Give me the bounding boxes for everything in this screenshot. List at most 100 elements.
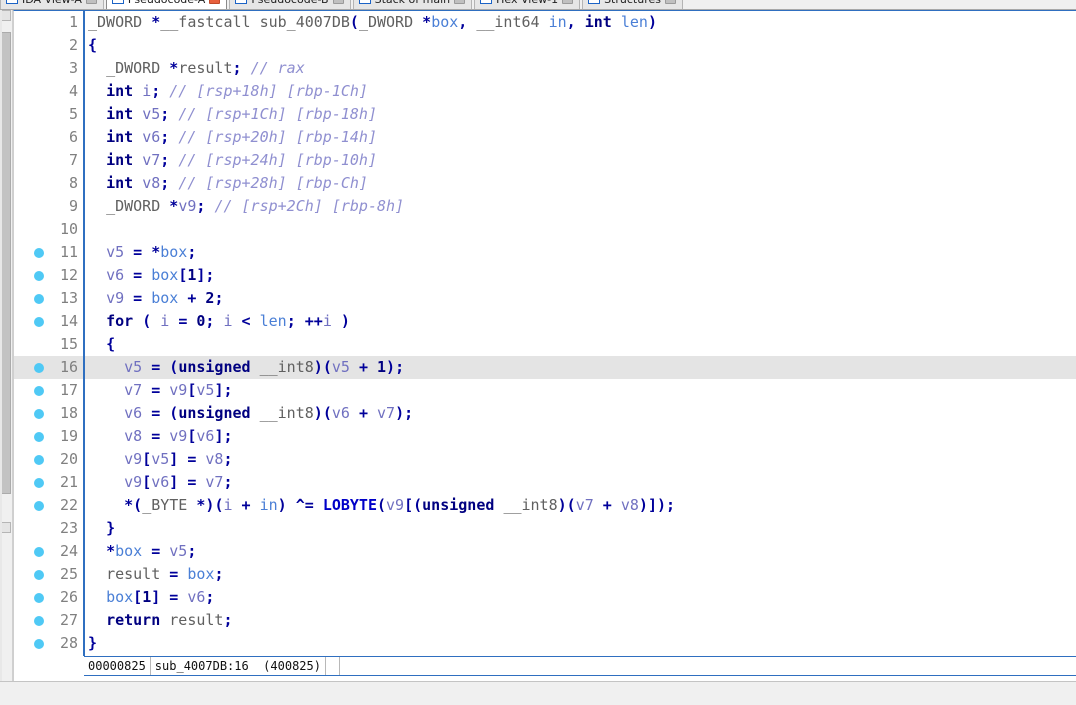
code-line[interactable]: 14 for ( i = 0; i < len; ++i ) — [14, 310, 1076, 333]
scrollbar-thumb[interactable] — [1, 32, 11, 494]
status-spacer-1 — [326, 657, 340, 675]
tab-label: Structures — [604, 0, 661, 6]
scroll-up-button[interactable] — [1, 10, 11, 21]
line-text[interactable]: v6 = (unsigned __int8)(v6 + v7); — [88, 402, 413, 425]
code-line[interactable]: 13 v9 = box + 2; — [14, 287, 1076, 310]
line-number: 28 — [59, 634, 78, 652]
line-text[interactable]: v9[v6] = v7; — [88, 471, 232, 494]
code-line[interactable]: 23 } — [14, 517, 1076, 540]
code-line[interactable]: 17 v7 = v9[v5]; — [14, 379, 1076, 402]
close-box-icon[interactable] — [454, 0, 466, 4]
tab-label: Stack of main — [375, 0, 451, 6]
line-text[interactable]: _DWORD *__fastcall sub_4007DB(_DWORD *bo… — [88, 11, 657, 34]
line-text[interactable]: { — [88, 34, 97, 57]
line-text[interactable]: int v7; // [rsp+24h] [rbp-10h] — [88, 149, 377, 172]
tab-label: IDA View-A — [22, 0, 82, 6]
line-text[interactable]: box[1] = v6; — [88, 586, 214, 609]
tab-label: Pseudocode-A — [128, 0, 205, 6]
line-number: 4 — [68, 82, 78, 100]
line-text[interactable]: int i; // [rsp+18h] [rbp-1Ch] — [88, 80, 368, 103]
line-number: 17 — [59, 381, 78, 399]
line-text[interactable]: v7 = v9[v5]; — [88, 379, 232, 402]
code-line[interactable]: 1 _DWORD *__fastcall sub_4007DB(_DWORD *b… — [14, 11, 1076, 34]
line-number: 10 — [59, 220, 78, 238]
line-text[interactable]: int v6; // [rsp+20h] [rbp-14h] — [88, 126, 377, 149]
tab-stack-of-main[interactable]: Stack of main — [352, 0, 473, 9]
close-box-icon[interactable] — [209, 0, 221, 4]
tab-hex-view-1[interactable]: Hex View-1 — [474, 0, 581, 9]
line-text[interactable]: int v8; // [rsp+28h] [rbp-Ch] — [88, 172, 368, 195]
line-number: 9 — [68, 197, 78, 215]
line-text[interactable]: v8 = v9[v6]; — [88, 425, 232, 448]
code-line[interactable]: 25 result = box; — [14, 563, 1076, 586]
line-number: 7 — [68, 151, 78, 169]
code-line[interactable]: 20 v9[v5] = v8; — [14, 448, 1076, 471]
line-number: 6 — [68, 128, 78, 146]
line-text[interactable]: _DWORD *result; // rax — [88, 57, 305, 80]
line-text[interactable]: v6 = box[1]; — [88, 264, 214, 287]
line-text[interactable]: result = box; — [88, 563, 223, 586]
line-text[interactable]: { — [88, 333, 115, 356]
code-line[interactable]: 12 v6 = box[1]; — [14, 264, 1076, 287]
code-line[interactable]: 5 int v5; // [rsp+1Ch] [rbp-18h] — [14, 103, 1076, 126]
window-icon — [358, 0, 371, 4]
line-text[interactable]: } — [88, 632, 97, 655]
status-file-offset: 00000825 — [84, 657, 151, 675]
line-number: 5 — [68, 105, 78, 123]
code-line[interactable]: 21 v9[v6] = v7; — [14, 471, 1076, 494]
panel-left-edge — [0, 10, 2, 681]
tab-pseudocode-b[interactable]: Pseudocode-B — [229, 0, 351, 9]
line-text[interactable]: *box = v5; — [88, 540, 196, 563]
code-line[interactable]: 4 int i; // [rsp+18h] [rbp-1Ch] — [14, 80, 1076, 103]
code-line[interactable]: 9 _DWORD *v9; // [rsp+2Ch] [rbp-8h] — [14, 195, 1076, 218]
line-number: 11 — [59, 243, 78, 261]
tab-label: Hex View-1 — [496, 0, 558, 6]
line-text[interactable]: v5 = *box; — [88, 241, 196, 264]
code-line[interactable]: 22 *(_BYTE *)(i + in) ^= LOBYTE(v9[(unsi… — [14, 494, 1076, 517]
code-line[interactable]: 16 v5 = (unsigned __int8)(v5 + 1); — [14, 356, 1076, 379]
line-number: 16 — [59, 358, 78, 376]
code-line[interactable]: 18 v6 = (unsigned __int8)(v6 + v7); — [14, 402, 1076, 425]
line-number: 23 — [59, 519, 78, 537]
close-box-icon[interactable] — [85, 0, 97, 4]
close-box-icon[interactable] — [664, 0, 676, 4]
code-line[interactable]: 26 box[1] = v6; — [14, 586, 1076, 609]
code-line[interactable]: 3 _DWORD *result; // rax — [14, 57, 1076, 80]
code-line[interactable]: 2{ — [14, 34, 1076, 57]
pseudocode-panel: 1 _DWORD *__fastcall sub_4007DB(_DWORD *b… — [13, 10, 1076, 681]
status-gutter — [27, 656, 84, 676]
code-line[interactable]: 24 *box = v5; — [14, 540, 1076, 563]
code-listing[interactable]: 1 _DWORD *__fastcall sub_4007DB(_DWORD *b… — [14, 11, 1076, 656]
line-number: 2 — [68, 36, 78, 54]
line-text[interactable]: v9 = box + 2; — [88, 287, 223, 310]
scroll-down-button[interactable] — [1, 522, 11, 533]
close-box-icon[interactable] — [562, 0, 574, 4]
close-box-icon[interactable] — [332, 0, 344, 4]
line-number: 14 — [59, 312, 78, 330]
line-number: 22 — [59, 496, 78, 514]
tab-ida-view-a[interactable]: IDA View-A — [0, 0, 104, 9]
code-line[interactable]: 28} — [14, 632, 1076, 655]
tab-structures[interactable]: Structures — [582, 0, 683, 9]
line-text[interactable]: v5 = (unsigned __int8)(v5 + 1); — [88, 356, 404, 379]
line-text[interactable]: v9[v5] = v8; — [88, 448, 232, 471]
code-line[interactable]: 8 int v8; // [rsp+28h] [rbp-Ch] — [14, 172, 1076, 195]
line-number: 27 — [59, 611, 78, 629]
code-line[interactable]: 6 int v6; // [rsp+20h] [rbp-14h] — [14, 126, 1076, 149]
window-icon — [235, 0, 248, 4]
code-line[interactable]: 15 { — [14, 333, 1076, 356]
code-line[interactable]: 7 int v7; // [rsp+24h] [rbp-10h] — [14, 149, 1076, 172]
line-text[interactable]: int v5; // [rsp+1Ch] [rbp-18h] — [88, 103, 377, 126]
window-icon — [6, 0, 18, 4]
code-line[interactable]: 10 — [14, 218, 1076, 241]
code-line[interactable]: 27 return result; — [14, 609, 1076, 632]
line-text[interactable]: } — [88, 517, 115, 540]
code-line[interactable]: 19 v8 = v9[v6]; — [14, 425, 1076, 448]
tab-pseudocode-a[interactable]: Pseudocode-A — [105, 0, 228, 9]
line-text[interactable]: *(_BYTE *)(i + in) ^= LOBYTE(v9[(unsigne… — [88, 494, 675, 517]
tab-label: Pseudocode-B — [251, 0, 328, 6]
line-text[interactable]: _DWORD *v9; // [rsp+2Ch] [rbp-8h] — [88, 195, 404, 218]
line-text[interactable]: for ( i = 0; i < len; ++i ) — [88, 310, 350, 333]
code-line[interactable]: 11 v5 = *box; — [14, 241, 1076, 264]
line-text[interactable]: return result; — [88, 609, 232, 632]
